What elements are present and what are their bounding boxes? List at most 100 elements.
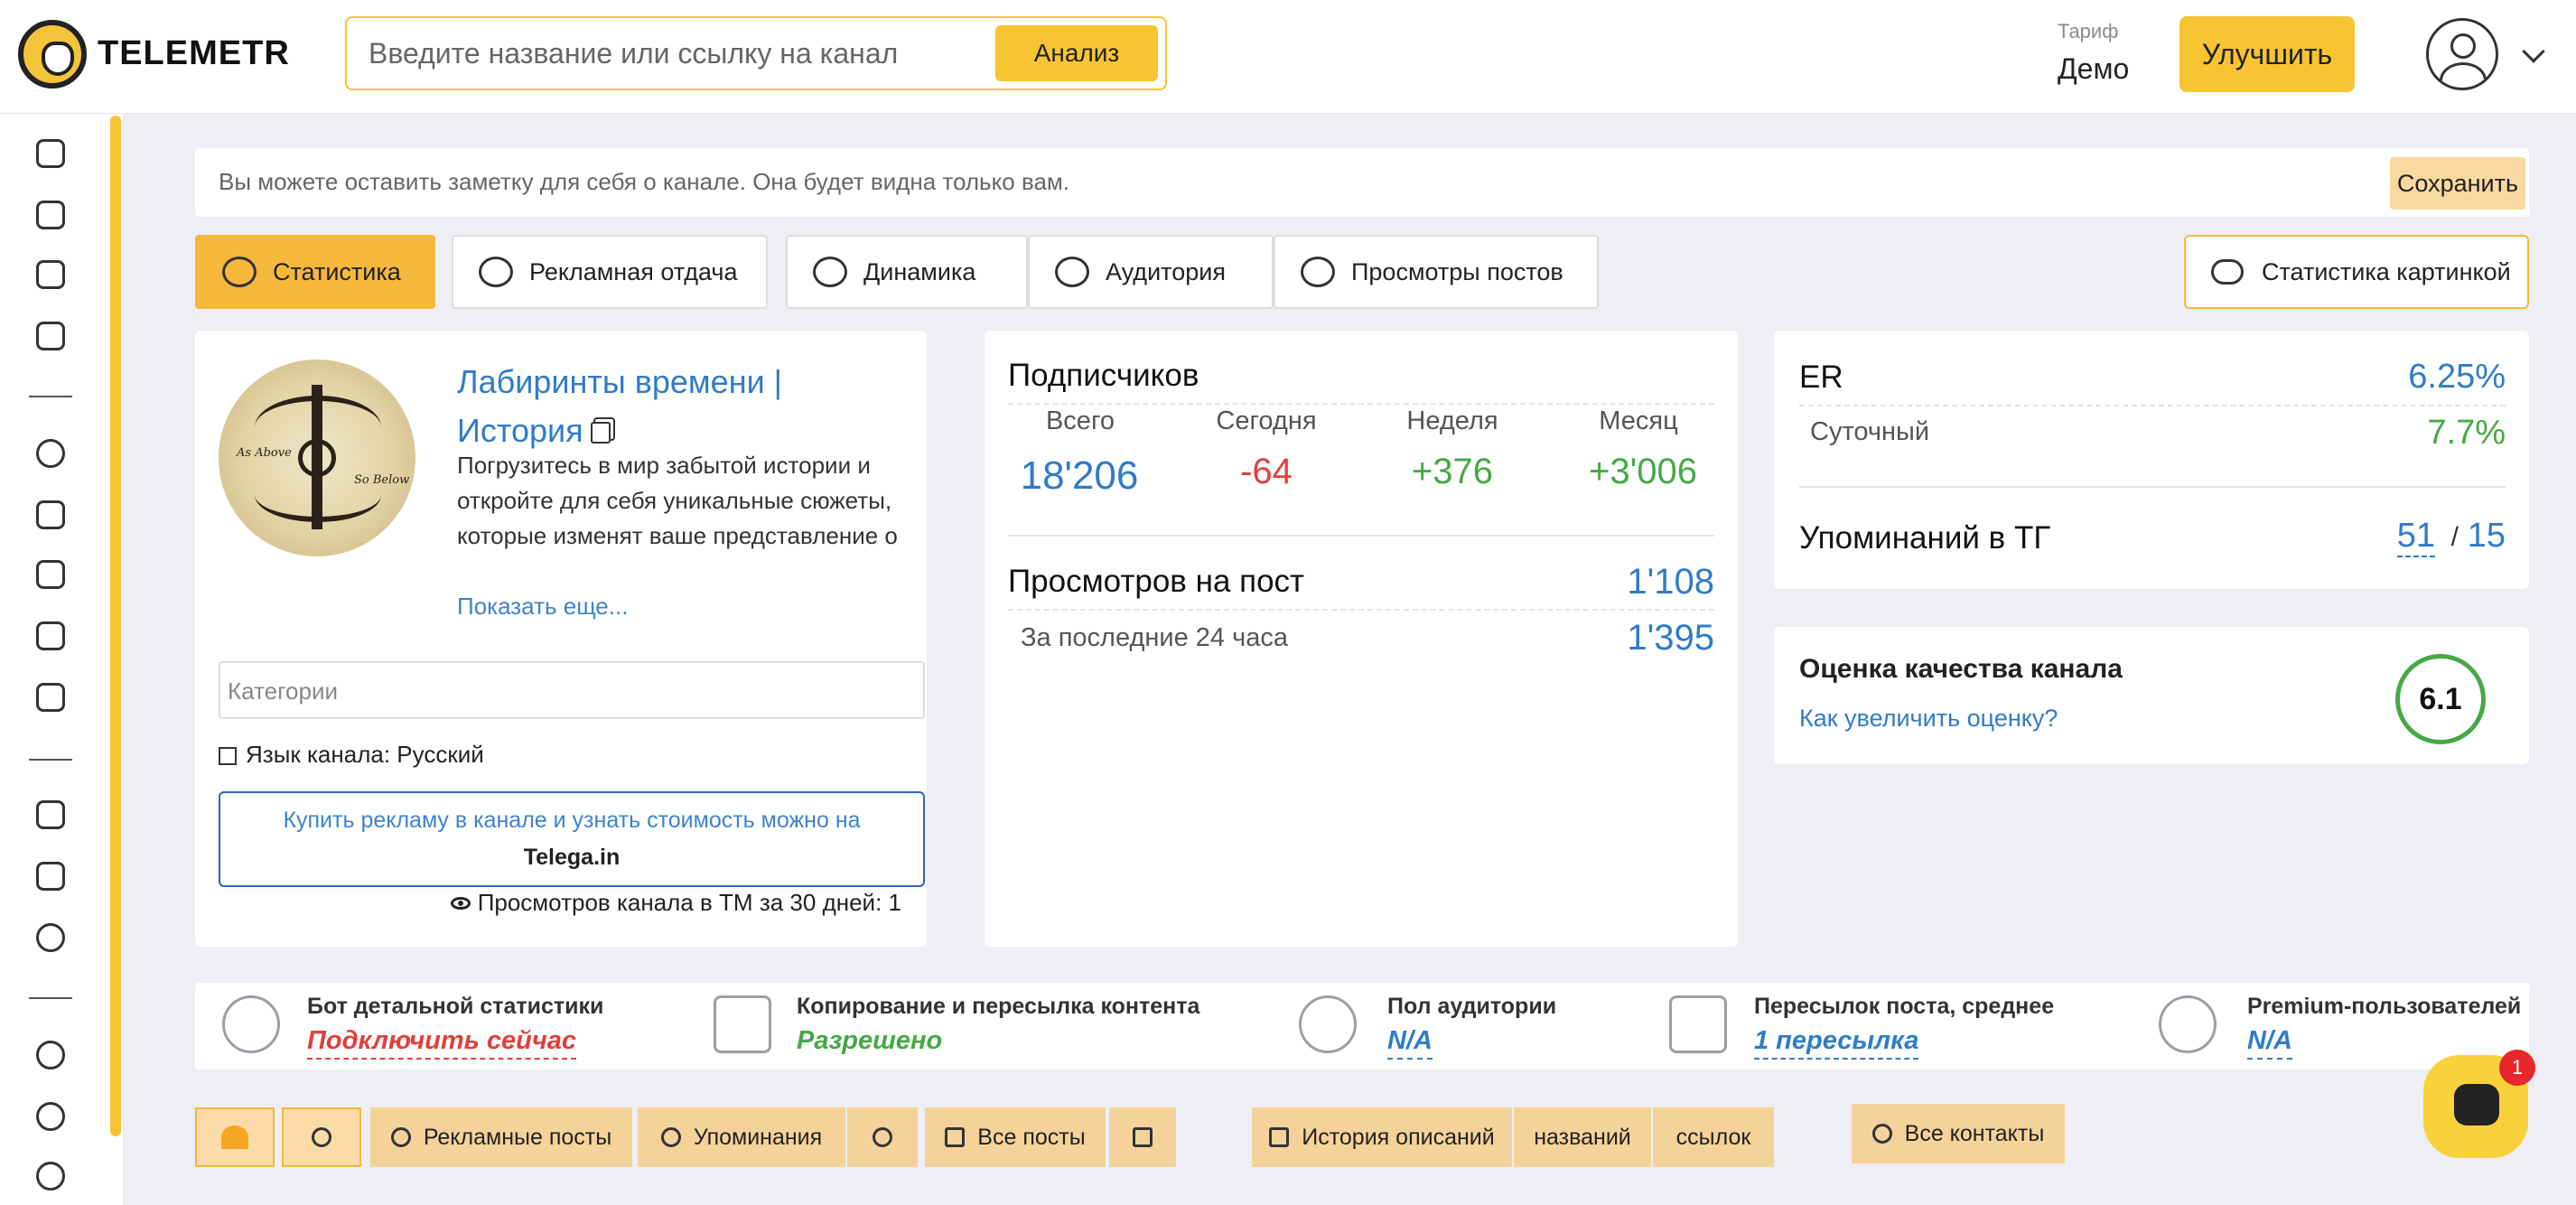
- copy-forward-value: Разрешено: [797, 1026, 943, 1055]
- list-icon[interactable]: [36, 621, 65, 650]
- telemetr-logo-icon[interactable]: [18, 20, 87, 89]
- mentions-views-button[interactable]: [847, 1107, 918, 1167]
- telegram-icon[interactable]: [36, 1162, 65, 1191]
- mentions-button[interactable]: Упоминания: [638, 1107, 845, 1167]
- favorite-button[interactable]: [195, 1107, 275, 1167]
- users-icon: [1055, 257, 1089, 287]
- tab-audience[interactable]: Аудитория: [1028, 235, 1274, 309]
- tab-label: Аудитория: [1106, 257, 1226, 285]
- search-document-icon[interactable]: [36, 322, 65, 350]
- subs-month-value: +3'006: [1589, 452, 1697, 491]
- names-history-button[interactable]: названий: [1514, 1107, 1651, 1167]
- telega-link[interactable]: Telega.in: [220, 845, 923, 871]
- layers-icon[interactable]: [36, 260, 65, 289]
- sidebar-divider: [29, 997, 72, 999]
- copy-icon[interactable]: [590, 422, 611, 444]
- subs-total-label: Всего: [1045, 406, 1115, 435]
- divider: [1008, 403, 1714, 405]
- audience-gender-title: Пол аудитории: [1387, 994, 1557, 1019]
- stats-icon[interactable]: [36, 683, 65, 712]
- save-note-button[interactable]: Сохранить: [2390, 157, 2525, 210]
- tab-dynamics[interactable]: Динамика: [786, 235, 1028, 309]
- eye-icon: [1301, 257, 1335, 287]
- robot-icon[interactable]: [36, 1102, 65, 1131]
- search-icon[interactable]: [36, 139, 65, 168]
- divider: [1799, 486, 2506, 488]
- brand-name[interactable]: TELEMETR: [98, 34, 290, 73]
- ad-posts-button[interactable]: Рекламные посты: [370, 1107, 632, 1167]
- quality-score-badge: 6.1: [2395, 654, 2486, 744]
- support-chat-button[interactable]: 1: [2423, 1050, 2535, 1158]
- channel-language: Язык канала: Русский: [219, 741, 484, 769]
- chevron-down-icon[interactable]: [2522, 40, 2545, 63]
- tariff-value: Демо: [2058, 52, 2130, 85]
- buy-ad-text[interactable]: Купить рекламу в канале и узнать стоимос…: [220, 808, 923, 834]
- premium-users-value[interactable]: N/A: [2247, 1026, 2292, 1060]
- heart-icon: [221, 1126, 248, 1149]
- channel-title-line1[interactable]: Лабиринты времени |: [457, 363, 782, 400]
- copy-forward-title: Копирование и пересылка контента: [797, 994, 1200, 1019]
- divider: [1008, 535, 1714, 537]
- avg-forwards-value[interactable]: 1 пересылка: [1754, 1026, 1919, 1060]
- buy-ad-box[interactable]: Купить рекламу в канале и узнать стоимос…: [219, 791, 925, 887]
- sidebar-scrollbar[interactable]: [110, 116, 121, 1136]
- note-placeholder[interactable]: Вы можете оставить заметку для себя о ка…: [219, 168, 1069, 196]
- all-posts-button[interactable]: Все посты: [925, 1107, 1106, 1167]
- avatar-text-left: As Above: [237, 446, 292, 460]
- channel-title-line2[interactable]: История: [457, 412, 583, 449]
- recycle-icon: [479, 257, 513, 287]
- note-bar[interactable]: Вы можете оставить заметку для себя о ка…: [195, 148, 2529, 217]
- users-icon: [1299, 995, 1357, 1053]
- face-scan-icon[interactable]: [36, 560, 65, 589]
- bell-icon[interactable]: [36, 439, 65, 468]
- posts-layers-button[interactable]: [1109, 1107, 1176, 1167]
- search-box: Анализ: [345, 16, 1167, 90]
- chat-search-icon[interactable]: [36, 923, 65, 952]
- contacts-icon: [1871, 1124, 1892, 1144]
- links-history-button[interactable]: ссылок: [1653, 1107, 1774, 1167]
- channel-card: As Above So Below Лабиринты времени | Ис…: [195, 331, 927, 947]
- audience-gender-value[interactable]: N/A: [1387, 1026, 1433, 1060]
- channel-avatar: As Above So Below: [219, 360, 415, 556]
- tab-post-views[interactable]: Просмотры постов: [1274, 235, 1599, 309]
- show-more-link[interactable]: Показать еще...: [457, 593, 628, 621]
- all-contacts-label: Все контакты: [1904, 1120, 2045, 1146]
- subs-month-label: Месяц: [1599, 406, 1678, 435]
- tab-statistics[interactable]: Статистика: [195, 235, 435, 309]
- user-avatar-icon[interactable]: [2426, 18, 2498, 90]
- search-icon: [390, 1127, 411, 1147]
- layers-icon: [1133, 1127, 1153, 1147]
- divider: [1799, 405, 2506, 406]
- channel-description: Погрузитесь в мир забытой истории и откр…: [457, 452, 898, 565]
- improve-score-link[interactable]: Как увеличить оценку?: [1799, 705, 2058, 733]
- avatar-text-right: So Below: [354, 473, 410, 487]
- connect-bot-link[interactable]: Подключить сейчас: [307, 1026, 577, 1060]
- channel-search-input[interactable]: [367, 31, 1053, 76]
- tab-label: Рекламная отдача: [529, 257, 738, 285]
- bar-chart-icon[interactable]: [36, 500, 65, 529]
- history-desc-label: История описаний: [1302, 1124, 1495, 1150]
- megaphone-icon: [1669, 995, 1727, 1053]
- tab-ad-return[interactable]: Рекламная отдача: [452, 235, 768, 309]
- channel-title[interactable]: Лабиринты времени | История: [457, 358, 836, 455]
- stats-image-button[interactable]: Статистика картинкой: [2184, 235, 2529, 309]
- er-daily-value: 7.7%: [2427, 414, 2506, 452]
- upgrade-button[interactable]: Улучшить: [2179, 16, 2355, 92]
- categories-field[interactable]: Категории: [219, 661, 925, 719]
- api-icon[interactable]: [36, 862, 65, 891]
- posts-icon: [945, 1127, 966, 1147]
- mentions-separator: /: [2450, 522, 2459, 552]
- bookmark-icon[interactable]: [36, 201, 65, 229]
- analyze-button[interactable]: Анализ: [995, 25, 1158, 81]
- mentions-label: Упоминаний в ТГ: [1799, 520, 2051, 556]
- stats-bot-title: Бот детальной статистики: [307, 994, 604, 1019]
- subs-week-label: Неделя: [1406, 406, 1498, 435]
- chat-icon: [2454, 1084, 2499, 1126]
- book-icon[interactable]: [36, 800, 65, 829]
- tab-label: Динамика: [863, 257, 976, 285]
- mentions-value-a[interactable]: 51: [2396, 517, 2435, 557]
- shield-icon[interactable]: [36, 1041, 65, 1070]
- settings-toggle-button[interactable]: [282, 1107, 361, 1167]
- description-history-button[interactable]: История описаний: [1252, 1107, 1512, 1167]
- all-contacts-button[interactable]: Все контакты: [1852, 1104, 2065, 1163]
